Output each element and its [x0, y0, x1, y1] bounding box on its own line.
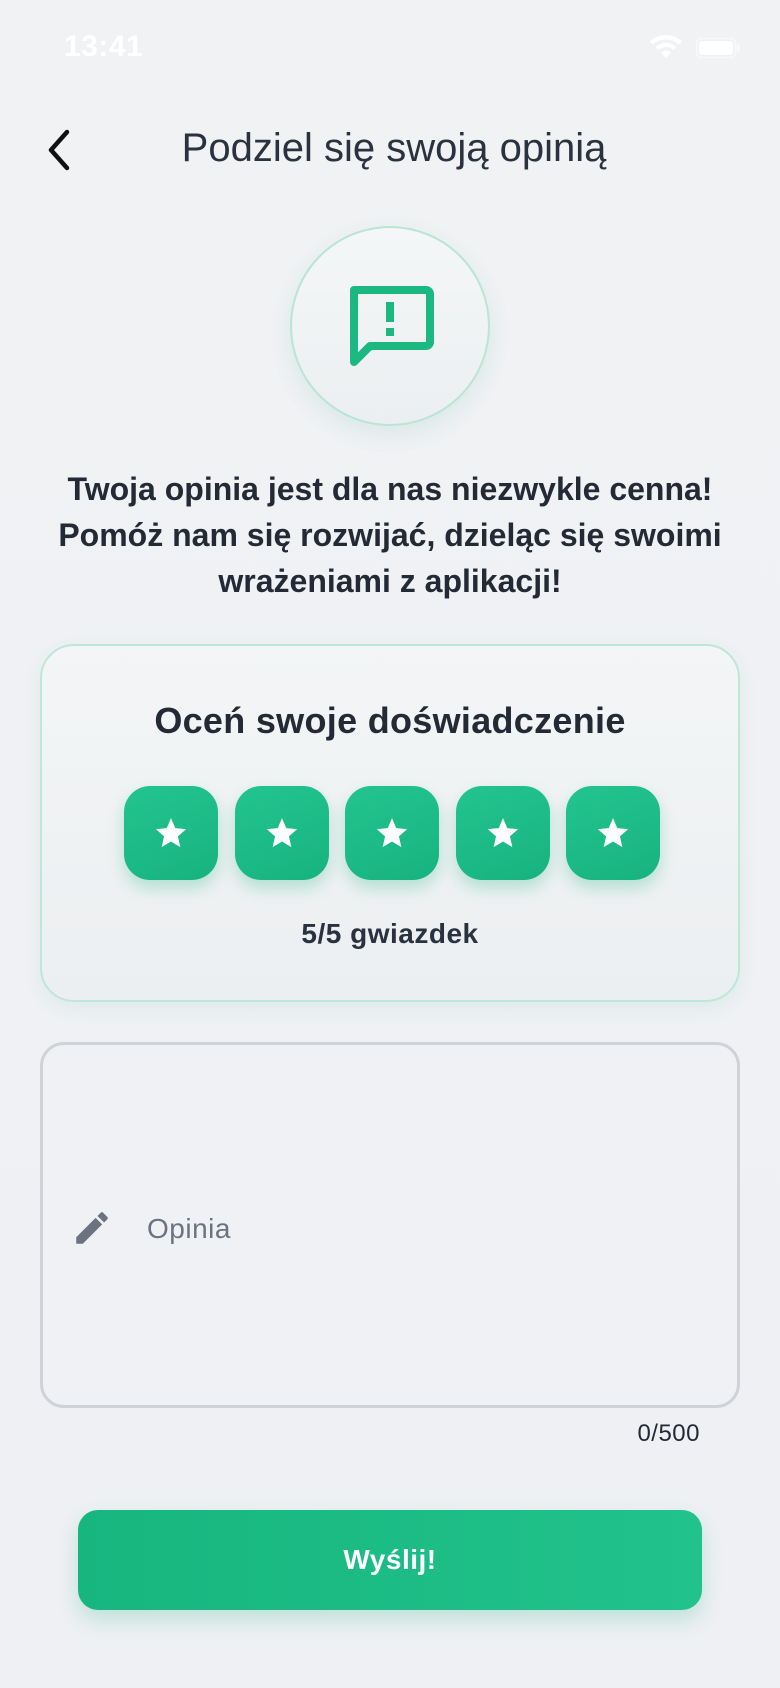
hero-icon-circle: [290, 226, 490, 426]
star-button-5[interactable]: [566, 786, 660, 880]
character-counter: 0/500: [637, 1420, 700, 1447]
feedback-alert-icon: [350, 286, 434, 366]
star-button-1[interactable]: [124, 786, 218, 880]
status-time: 13:41: [64, 30, 144, 63]
rating-card: Oceń swoje doświadczenie 5/5 gwiazdek: [40, 644, 740, 1002]
rating-count: 5/5 gwiazdek: [301, 918, 479, 949]
page-title: Podziel się swoją opinią: [181, 126, 607, 170]
opinion-placeholder: Opinia: [147, 1213, 231, 1244]
feedback-screen: 13:41 Podziel się swoją opinią Twoja opi…: [0, 0, 780, 1688]
stars-row: [124, 786, 660, 882]
star-button-2[interactable]: [234, 786, 329, 880]
opinion-field[interactable]: Opinia: [40, 1042, 740, 1408]
wifi-icon: [650, 35, 682, 58]
star-icon: [376, 818, 408, 848]
pencil-icon: [76, 1212, 108, 1244]
star-icon: [487, 818, 518, 848]
star-button-4[interactable]: [455, 786, 550, 880]
star-button-3[interactable]: [345, 786, 439, 880]
star-icon: [266, 818, 297, 848]
star-icon: [597, 818, 629, 848]
star-icon: [155, 818, 187, 848]
submit-button[interactable]: Wyślij!: [78, 1510, 702, 1610]
intro-text: Twoja opinia jest dla nas niezwykle cenn…: [58, 471, 722, 599]
rating-title: Oceń swoje doświadczenie: [154, 700, 626, 741]
header: Podziel się swoją opinią: [0, 110, 780, 190]
battery-icon: [696, 38, 740, 58]
status-bar: 13:41: [0, 0, 780, 100]
